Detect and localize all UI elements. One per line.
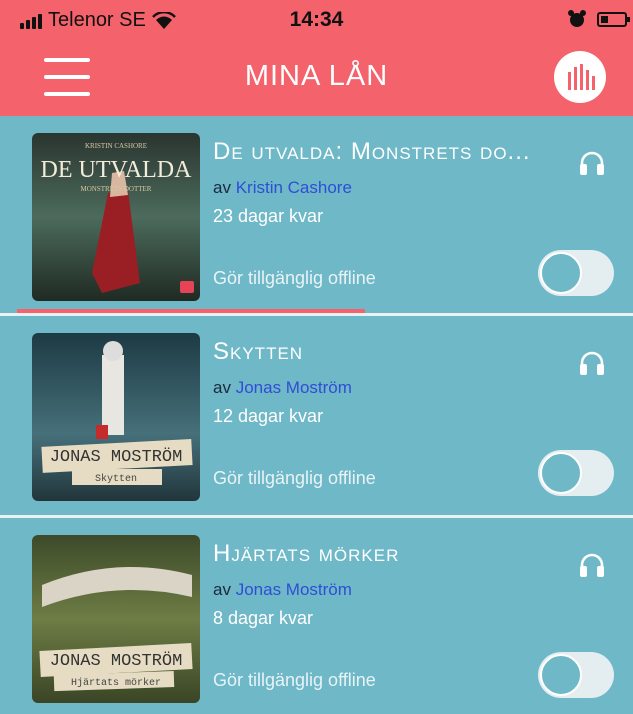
cover-author-text: JONAS MOSTRÖM bbox=[50, 651, 183, 671]
loan-item[interactable]: KRISTIN CASHORE DE UTVALDA MONSTRETS DOT… bbox=[0, 116, 633, 316]
author-prefix: av bbox=[213, 580, 231, 599]
loan-item[interactable]: JONAS MOSTRÖM Skytten Skytten av Jonas M… bbox=[0, 316, 633, 518]
player-button[interactable] bbox=[554, 51, 606, 103]
cover-author-text: KRISTIN CASHORE bbox=[85, 142, 147, 150]
offline-label: Gör tillgänglig offline bbox=[213, 670, 376, 690]
days-left: 12 dagar kvar bbox=[213, 406, 324, 426]
cover-title-text: Skytten bbox=[95, 473, 137, 485]
author-line: av Kristin Cashore bbox=[213, 178, 352, 198]
battery-icon bbox=[597, 11, 630, 27]
status-time: 14:34 bbox=[289, 8, 344, 31]
book-title[interactable]: De utvalda: Monstrets do... bbox=[213, 138, 563, 166]
status-bar: Telenor SE 14:34 bbox=[0, 0, 633, 38]
book-cover[interactable]: JONAS MOSTRÖM Hjärtats mörker bbox=[32, 535, 200, 703]
cover-title-text: DE UTVALDA bbox=[41, 157, 193, 183]
author-link[interactable]: Jonas Moström bbox=[236, 580, 352, 599]
book-title[interactable]: Skytten bbox=[213, 338, 563, 366]
offline-toggle[interactable] bbox=[538, 450, 614, 496]
author-prefix: av bbox=[213, 178, 231, 197]
author-link[interactable]: Jonas Moström bbox=[236, 378, 352, 397]
offline-label: Gör tillgänglig offline bbox=[213, 468, 376, 488]
author-prefix: av bbox=[213, 378, 231, 397]
equalizer-icon bbox=[568, 64, 595, 90]
offline-toggle[interactable] bbox=[538, 652, 614, 698]
headphones-icon[interactable] bbox=[578, 150, 606, 176]
page-title: MINA LÅN bbox=[244, 60, 389, 92]
headphones-icon[interactable] bbox=[578, 350, 606, 376]
offline-toggle[interactable] bbox=[538, 250, 614, 296]
status-right bbox=[567, 9, 630, 29]
cover-author-text: JONAS MOSTRÖM bbox=[50, 447, 183, 467]
progress-bar bbox=[17, 309, 617, 313]
book-title[interactable]: Hjärtats mörker bbox=[213, 540, 563, 568]
author-line: av Jonas Moström bbox=[213, 378, 352, 398]
offline-label: Gör tillgänglig offline bbox=[213, 268, 376, 288]
progress-fill bbox=[17, 309, 365, 313]
author-line: av Jonas Moström bbox=[213, 580, 352, 600]
cover-subtitle-text: MONSTRETS DOTTER bbox=[81, 185, 152, 193]
loan-item[interactable]: JONAS MOSTRÖM Hjärtats mörker Hjärtats m… bbox=[0, 518, 633, 714]
days-left: 23 dagar kvar bbox=[213, 206, 324, 226]
book-cover[interactable]: KRISTIN CASHORE DE UTVALDA MONSTRETS DOT… bbox=[32, 133, 200, 301]
nav-bar: MINA LÅN bbox=[0, 38, 633, 116]
days-left: 8 dagar kvar bbox=[213, 608, 314, 628]
loan-list: KRISTIN CASHORE DE UTVALDA MONSTRETS DOT… bbox=[0, 116, 633, 714]
book-cover[interactable]: JONAS MOSTRÖM Skytten bbox=[32, 333, 200, 501]
headphones-icon[interactable] bbox=[578, 552, 606, 578]
cover-title-text: Hjärtats mörker bbox=[71, 677, 161, 689]
author-link[interactable]: Kristin Cashore bbox=[236, 178, 352, 197]
alarm-icon bbox=[568, 10, 586, 27]
